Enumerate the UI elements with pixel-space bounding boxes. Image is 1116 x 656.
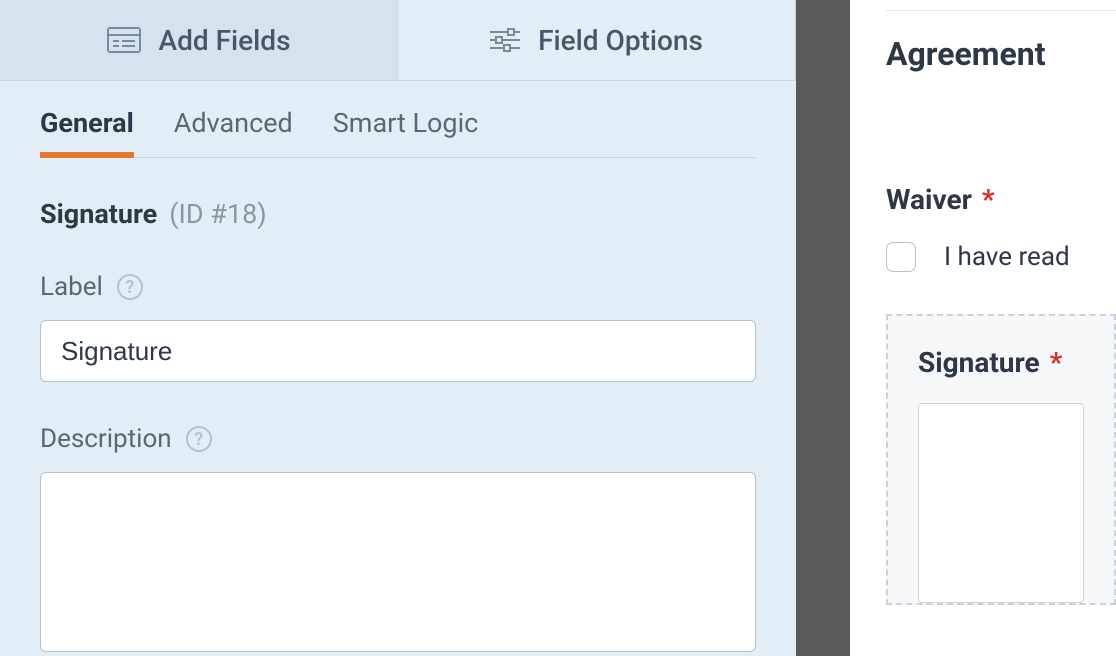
help-icon[interactable]: ? — [186, 426, 212, 452]
field-id: (ID #18) — [169, 198, 266, 230]
description-label: Description — [40, 424, 172, 454]
signature-field-selected[interactable]: Signature * — [886, 314, 1116, 605]
tab-add-fields[interactable]: Add Fields — [0, 0, 398, 80]
required-asterisk: * — [982, 183, 995, 216]
field-header: Signature (ID #18) — [40, 198, 756, 230]
waiver-checkbox[interactable] — [886, 242, 916, 272]
field-title: Signature — [40, 198, 157, 230]
waiver-checkbox-label: I have read — [944, 242, 1070, 272]
waiver-field: Waiver * I have read — [886, 183, 1116, 272]
sub-tabs: General Advanced Smart Logic — [40, 107, 756, 158]
subtab-smart-logic[interactable]: Smart Logic — [333, 107, 479, 157]
form-fields-icon — [107, 27, 141, 53]
tab-field-options-label: Field Options — [538, 24, 703, 57]
help-icon[interactable]: ? — [117, 274, 143, 300]
description-input[interactable] — [40, 472, 756, 652]
subtab-advanced[interactable]: Advanced — [174, 107, 293, 157]
panel-divider — [796, 0, 850, 656]
preview-heading: Agreement — [886, 35, 1116, 73]
signature-label: Signature — [918, 346, 1040, 379]
waiver-label: Waiver — [886, 183, 972, 216]
label-input[interactable] — [40, 320, 756, 382]
sliders-icon — [490, 27, 520, 53]
preview-panel: Agreement Waiver * I have read Signature… — [850, 0, 1116, 656]
divider-line — [886, 10, 1116, 11]
subtab-general[interactable]: General — [40, 107, 134, 157]
required-asterisk: * — [1050, 346, 1063, 379]
tab-field-options[interactable]: Field Options — [398, 0, 796, 80]
main-tabs: Add Fields Field Options — [0, 0, 796, 81]
label-label: Label — [40, 272, 103, 302]
tab-add-fields-label: Add Fields — [159, 24, 291, 57]
sidebar-panel: Add Fields Field Options Ge — [0, 0, 796, 656]
signature-canvas[interactable] — [918, 403, 1084, 603]
